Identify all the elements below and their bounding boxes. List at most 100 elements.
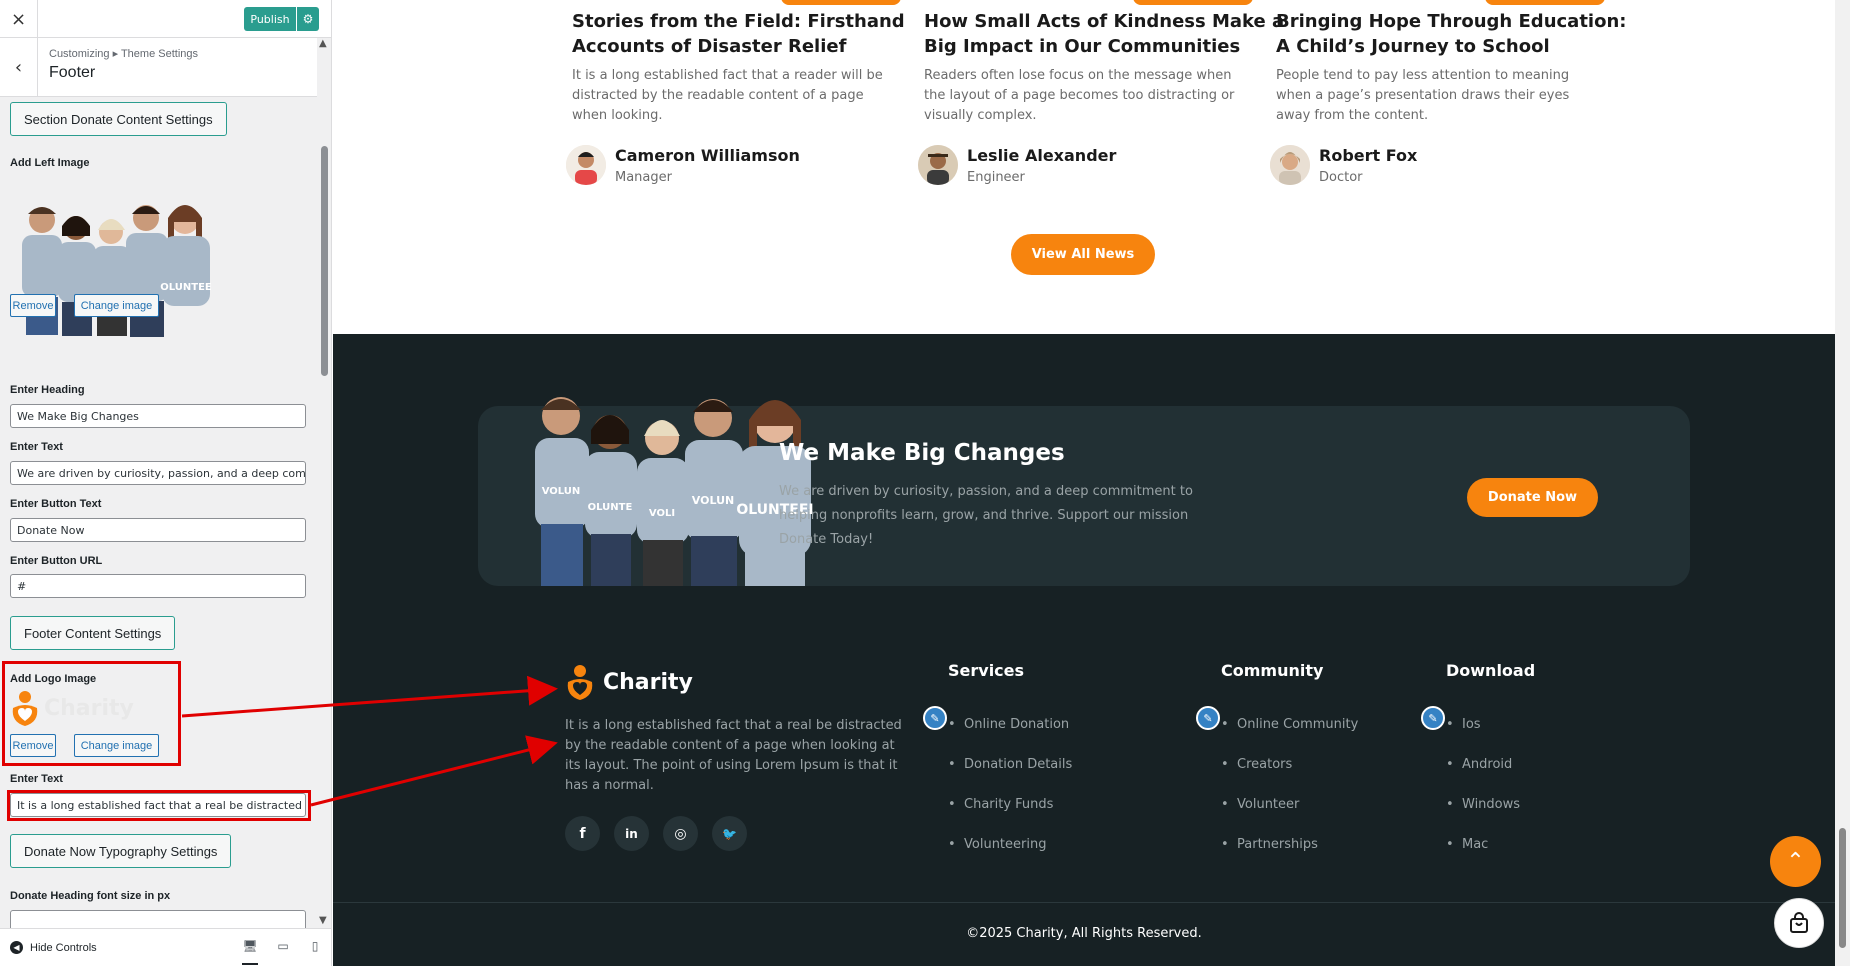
preview-scrollbar[interactable] <box>1835 0 1850 966</box>
footer-column-heading: Services <box>948 661 1025 680</box>
copyright-text: ©2025 Charity, All Rights Reserved. <box>966 926 1202 941</box>
site-footer: OLUNTEEI VOLUN VOLUN OLUNTE VOLI We Make… <box>333 334 1835 966</box>
remove-left-image-button[interactable]: Remove <box>10 294 56 317</box>
svg-text:VOLUN: VOLUN <box>542 486 581 497</box>
edit-pencil-icon[interactable]: ✎ <box>1196 706 1220 730</box>
customizer-sidebar: × Publish ⚙ ‹ Customizing ▸ Theme Settin… <box>0 0 332 966</box>
footer-link[interactable]: Mac <box>1446 837 1489 852</box>
panel-header: ‹ Customizing ▸ Theme Settings Footer <box>0 38 317 97</box>
edit-pencil-icon[interactable]: ✎ <box>923 706 947 730</box>
button-url-input[interactable]: # <box>10 574 306 598</box>
section-donate-settings-button[interactable]: Section Donate Content Settings <box>10 102 227 136</box>
add-left-image-label: Add Left Image <box>10 157 90 169</box>
charity-logo-icon <box>567 665 593 700</box>
hide-controls-button[interactable]: ◀ Hide Controls <box>10 941 97 954</box>
facebook-icon[interactable]: f <box>565 816 600 851</box>
scrollbar-thumb[interactable] <box>321 146 328 376</box>
footer-link[interactable]: Ios <box>1446 717 1480 732</box>
view-all-news-button[interactable]: View All News <box>1011 234 1155 275</box>
panel-title: Footer <box>49 64 96 81</box>
footer-column-heading: Download <box>1446 661 1536 680</box>
author-role: Manager <box>615 170 672 185</box>
text-input[interactable]: We are driven by curiosity, passion, and… <box>10 461 306 485</box>
customizer-header: × Publish ⚙ <box>0 0 331 38</box>
footer-logo[interactable]: Charity <box>565 664 693 700</box>
footer-column-heading: Community <box>1221 661 1324 680</box>
instagram-icon[interactable]: ◎ <box>663 816 698 851</box>
footer-link[interactable]: Charity Funds <box>948 797 1054 812</box>
svg-text:VOLUN: VOLUN <box>692 494 734 507</box>
footer-link[interactable]: Online Donation <box>948 717 1069 732</box>
footer-link[interactable]: Volunteer <box>1221 797 1299 812</box>
hide-controls-label: Hide Controls <box>30 941 97 954</box>
enter-heading-label: Enter Heading <box>10 384 85 396</box>
avatar <box>918 145 958 185</box>
svg-text:VOLI: VOLI <box>649 508 675 519</box>
desktop-preview-icon[interactable]: 🖥 <box>242 939 258 965</box>
footer-link[interactable]: Creators <box>1221 757 1292 772</box>
news-title[interactable]: Stories from the Field: Firsthand Account… <box>572 9 905 59</box>
heading-input[interactable]: We Make Big Changes <box>10 404 306 428</box>
annotation-box-text <box>7 790 311 821</box>
author-role: Engineer <box>967 170 1025 185</box>
button-text-input[interactable]: Donate Now <box>10 518 306 542</box>
donate-now-button[interactable]: Donate Now <box>1467 478 1598 517</box>
footer-link[interactable]: Windows <box>1446 797 1520 812</box>
footer-content-settings-button[interactable]: Footer Content Settings <box>10 616 176 650</box>
annotation-box-logo <box>2 661 181 766</box>
site-preview: Stories from the Field: Firsthand Account… <box>333 0 1850 966</box>
author-name: Leslie Alexander <box>967 146 1117 165</box>
scroll-to-top-button[interactable]: ⌃ <box>1770 836 1821 887</box>
enter-button-url-label: Enter Button URL <box>10 555 103 567</box>
change-left-image-button[interactable]: Change image <box>74 294 159 317</box>
publish-button[interactable]: Publish <box>244 7 296 31</box>
customizer-footer: ◀ Hide Controls 🖥 ▭ ▯ <box>0 928 331 966</box>
author-name: Cameron Williamson <box>615 146 800 165</box>
news-title[interactable]: How Small Acts of Kindness Make a Big Imp… <box>924 9 1284 59</box>
avatar <box>1270 145 1310 185</box>
news-excerpt: It is a long established fact that a rea… <box>572 68 883 123</box>
scrollbar-thumb[interactable] <box>1839 828 1846 948</box>
scroll-up-icon[interactable]: ▲ <box>319 38 327 49</box>
breadcrumb: Customizing ▸ Theme Settings <box>49 48 198 60</box>
tablet-preview-icon[interactable]: ▭ <box>275 939 291 955</box>
footer-link[interactable]: Donation Details <box>948 757 1072 772</box>
gear-icon[interactable]: ⚙ <box>297 7 319 31</box>
news-excerpt: Readers often lose focus on the message … <box>924 68 1235 123</box>
news-card-accent <box>1485 0 1605 5</box>
scroll-down-icon[interactable]: ▼ <box>319 915 327 926</box>
news-title[interactable]: Bringing Hope Through Education: A Child’… <box>1276 9 1626 59</box>
footer-link[interactable]: Partnerships <box>1221 837 1318 852</box>
sidebar-scrollbar[interactable]: ▲ ▼ <box>317 38 331 926</box>
footer-divider <box>333 902 1835 903</box>
svg-text:OLUNTEE: OLUNTEE <box>160 282 212 293</box>
donate-heading: We Make Big Changes <box>779 440 1065 466</box>
footer-description: It is a long established fact that a rea… <box>565 718 902 793</box>
edit-pencil-icon[interactable]: ✎ <box>1421 706 1445 730</box>
enter-text-label: Enter Text <box>10 441 63 453</box>
author-role: Doctor <box>1319 170 1363 185</box>
footer-logo-text: Charity <box>603 669 693 695</box>
cart-button[interactable] <box>1774 898 1824 948</box>
svg-text:OLUNTE: OLUNTE <box>588 502 633 513</box>
twitter-icon[interactable]: 🐦 <box>712 816 747 851</box>
donate-heading-font-label: Donate Heading font size in px <box>10 890 171 902</box>
avatar <box>566 145 606 185</box>
enter-button-text-label: Enter Button Text <box>10 498 102 510</box>
back-arrow-icon[interactable]: ‹ <box>0 38 38 97</box>
shopping-bag-icon <box>1790 912 1808 933</box>
donate-text: We are driven by curiosity, passion, and… <box>779 484 1193 547</box>
news-card-accent <box>781 0 901 5</box>
close-icon[interactable]: × <box>0 0 38 38</box>
footer-link[interactable]: Volunteering <box>948 837 1047 852</box>
donate-typography-settings-button[interactable]: Donate Now Typography Settings <box>10 834 232 868</box>
footer-link[interactable]: Online Community <box>1221 717 1358 732</box>
author-name: Robert Fox <box>1319 146 1418 165</box>
enter-footer-text-label: Enter Text <box>10 773 63 785</box>
mobile-preview-icon[interactable]: ▯ <box>307 939 323 955</box>
collapse-icon: ◀ <box>10 941 23 954</box>
linkedin-icon[interactable]: in <box>614 816 649 851</box>
news-card-accent <box>1133 0 1253 5</box>
news-excerpt: People tend to pay less attention to mea… <box>1276 68 1570 123</box>
footer-link[interactable]: Android <box>1446 757 1512 772</box>
